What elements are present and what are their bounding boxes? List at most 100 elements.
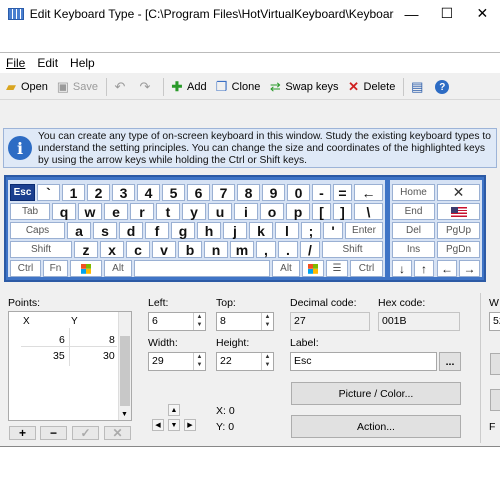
- action-button[interactable]: Action...: [291, 415, 461, 438]
- key-j[interactable]: j: [223, 222, 247, 239]
- key-backslash[interactable]: \: [354, 203, 383, 220]
- key-6[interactable]: 6: [187, 184, 210, 201]
- key-g[interactable]: g: [171, 222, 195, 239]
- key-del[interactable]: Del: [392, 222, 435, 239]
- top-stepper[interactable]: ▲ ▼: [261, 313, 273, 330]
- key-f[interactable]: f: [145, 222, 169, 239]
- key-d[interactable]: d: [119, 222, 143, 239]
- key-7[interactable]: 7: [212, 184, 235, 201]
- key-9[interactable]: 9: [262, 184, 285, 201]
- key-arrow-right[interactable]: →: [459, 260, 480, 277]
- left-stepper[interactable]: ▲ ▼: [193, 313, 205, 330]
- move-down-icon[interactable]: ▼: [168, 419, 180, 431]
- delete-button[interactable]: ✕ Delete: [347, 79, 395, 94]
- key-pgup[interactable]: PgUp: [437, 222, 480, 239]
- key-s[interactable]: s: [93, 222, 117, 239]
- help-button[interactable]: ?: [435, 80, 452, 94]
- key-4[interactable]: 4: [137, 184, 160, 201]
- key-esc[interactable]: Esc: [10, 184, 35, 201]
- key-2[interactable]: 2: [87, 184, 110, 201]
- menu-help[interactable]: Help: [70, 56, 95, 70]
- key-arrow-left[interactable]: ←: [437, 260, 457, 277]
- key-8[interactable]: 8: [237, 184, 260, 201]
- key-h[interactable]: h: [197, 222, 221, 239]
- clone-button[interactable]: ❐ Clone: [215, 79, 261, 94]
- key-e[interactable]: e: [104, 203, 128, 220]
- move-left-icon[interactable]: ◀: [152, 419, 164, 431]
- minimize-button[interactable]: —: [394, 6, 429, 22]
- key-minus[interactable]: -: [312, 184, 331, 201]
- key-n[interactable]: n: [204, 241, 228, 258]
- key-comma[interactable]: ,: [256, 241, 276, 258]
- key-r[interactable]: r: [130, 203, 154, 220]
- maximize-button[interactable]: ☐: [429, 5, 464, 22]
- key-y[interactable]: y: [182, 203, 206, 220]
- key-x[interactable]: x: [100, 241, 124, 258]
- key-menu[interactable]: ☰: [326, 260, 348, 277]
- key-equals[interactable]: =: [333, 184, 352, 201]
- key-arrow-up[interactable]: ↑: [414, 260, 434, 277]
- label-browse-button[interactable]: ...: [439, 352, 461, 371]
- key-q[interactable]: q: [52, 203, 76, 220]
- key-m[interactable]: m: [230, 241, 254, 258]
- key-close-x[interactable]: ✕: [437, 184, 480, 201]
- key-c[interactable]: c: [126, 241, 150, 258]
- points-scrollbar[interactable]: ▼: [118, 312, 131, 420]
- right-panel-input[interactable]: 52: [489, 312, 500, 331]
- undo-button[interactable]: ↶: [113, 79, 130, 94]
- right-panel-button-2[interactable]: [490, 389, 500, 411]
- height-stepper[interactable]: ▲ ▼: [261, 353, 273, 370]
- key-label-input[interactable]: Esc: [290, 352, 437, 371]
- key-a[interactable]: a: [67, 222, 91, 239]
- add-point-button[interactable]: +: [9, 426, 36, 440]
- key-right-bracket[interactable]: ]: [333, 203, 352, 220]
- key-shift-left[interactable]: Shift: [10, 241, 72, 258]
- key-backtick[interactable]: `: [37, 184, 60, 201]
- key-tab[interactable]: Tab: [10, 203, 50, 220]
- key-home[interactable]: Home: [392, 184, 435, 201]
- key-caps[interactable]: Caps: [10, 222, 65, 239]
- key-ins[interactable]: Ins: [392, 241, 435, 258]
- redo-button[interactable]: ↷: [138, 79, 155, 94]
- scroll-thumb[interactable]: [120, 336, 130, 406]
- save-button[interactable]: ▣ Save: [56, 79, 98, 94]
- key-slash[interactable]: /: [300, 241, 320, 258]
- key-shift-right[interactable]: Shift: [322, 241, 383, 258]
- key-b[interactable]: b: [178, 241, 202, 258]
- clear-points-button[interactable]: ✕: [104, 426, 131, 440]
- key-o[interactable]: o: [260, 203, 284, 220]
- key-t[interactable]: t: [156, 203, 180, 220]
- move-right-icon[interactable]: ▶: [184, 419, 196, 431]
- key-ctrl-right[interactable]: Ctrl: [350, 260, 383, 277]
- key-0[interactable]: 0: [287, 184, 310, 201]
- width-stepper[interactable]: ▲ ▼: [193, 353, 205, 370]
- points-list[interactable]: X Y 6 8 35 30 ▼: [8, 311, 132, 421]
- key-backspace[interactable]: ←: [354, 184, 383, 201]
- key-end[interactable]: End: [392, 203, 435, 220]
- keyboard-view-button[interactable]: ▤: [410, 79, 427, 94]
- key-language[interactable]: [437, 203, 480, 220]
- key-period[interactable]: .: [278, 241, 298, 258]
- key-arrow-down[interactable]: ↓: [392, 260, 412, 277]
- key-i[interactable]: i: [234, 203, 258, 220]
- key-k[interactable]: k: [249, 222, 273, 239]
- key-alt-right[interactable]: Alt: [272, 260, 300, 277]
- key-p[interactable]: p: [286, 203, 310, 220]
- key-enter[interactable]: Enter: [345, 222, 383, 239]
- key-semicolon[interactable]: ;: [301, 222, 321, 239]
- menu-file[interactable]: File: [6, 56, 25, 70]
- key-left-bracket[interactable]: [: [312, 203, 331, 220]
- key-1[interactable]: 1: [62, 184, 85, 201]
- key-fn[interactable]: Fn: [43, 260, 68, 277]
- key-space[interactable]: [134, 260, 270, 277]
- add-button[interactable]: ✚ Add: [170, 79, 207, 94]
- key-3[interactable]: 3: [112, 184, 135, 201]
- picture-color-button[interactable]: Picture / Color...: [291, 382, 461, 405]
- key-v[interactable]: v: [152, 241, 176, 258]
- scroll-down-icon[interactable]: ▼: [121, 411, 128, 418]
- move-up-icon[interactable]: ▲: [168, 404, 180, 416]
- key-l[interactable]: l: [275, 222, 299, 239]
- close-button[interactable]: ✕: [465, 5, 500, 22]
- key-win-right[interactable]: [302, 260, 324, 277]
- key-u[interactable]: u: [208, 203, 232, 220]
